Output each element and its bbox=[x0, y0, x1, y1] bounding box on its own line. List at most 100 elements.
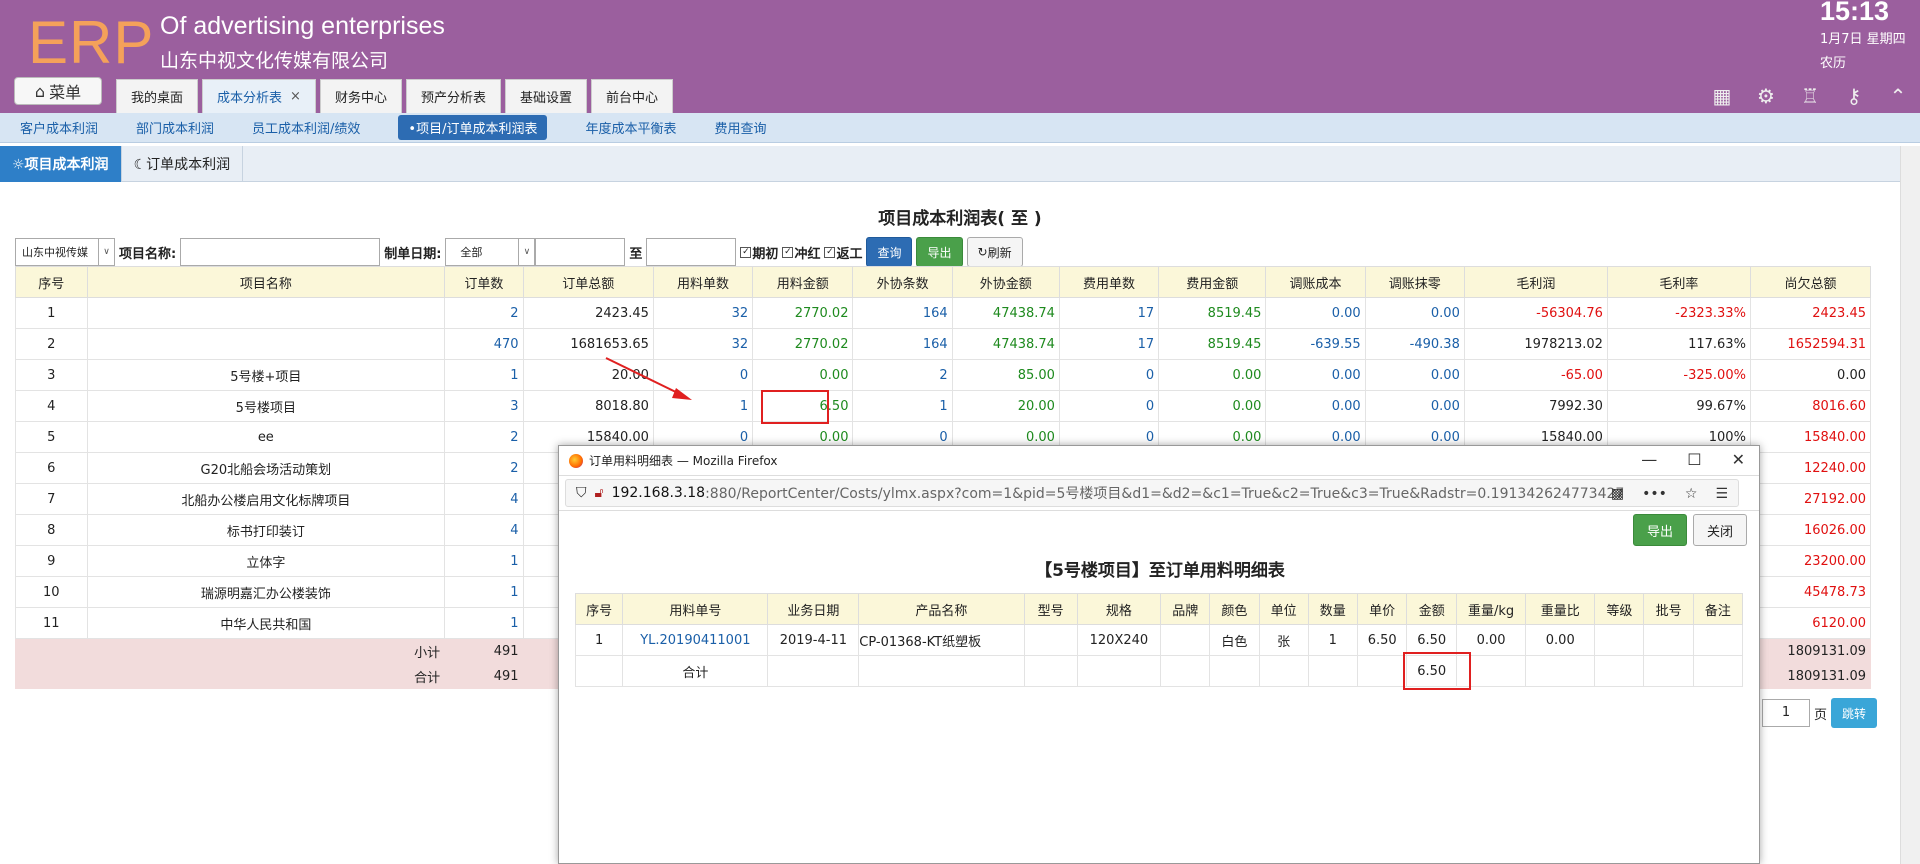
tab-finance[interactable]: 财务中心 bbox=[319, 79, 402, 113]
table-cell[interactable]: 8519.45 bbox=[1158, 297, 1267, 329]
date-range-select[interactable]: 全部 ∨ bbox=[445, 238, 536, 266]
table-cell[interactable]: 0.00 bbox=[1265, 297, 1366, 329]
table-cell[interactable]: 47438.74 bbox=[951, 328, 1060, 360]
start-date-input[interactable] bbox=[535, 238, 626, 266]
table-cell[interactable]: 47438.74 bbox=[951, 297, 1060, 329]
scrollbar[interactable] bbox=[1900, 146, 1920, 864]
refresh-button[interactable]: ↻ 刷新 bbox=[966, 237, 1023, 267]
table-cell: 16026.00 bbox=[1749, 514, 1872, 546]
table-cell[interactable]: 0.00 bbox=[1265, 359, 1366, 391]
table-cell[interactable]: 1 bbox=[852, 390, 953, 422]
tab-front-desk[interactable]: 前台中心 bbox=[590, 79, 673, 113]
table-cell[interactable]: 2 bbox=[444, 421, 524, 453]
maximize-icon[interactable]: ☐ bbox=[1687, 450, 1701, 469]
popup-close-button[interactable]: 关闭 bbox=[1693, 514, 1747, 546]
table-cell[interactable]: -639.55 bbox=[1265, 328, 1366, 360]
checkbox-opening[interactable]: ✓ 期初 bbox=[740, 243, 778, 262]
minimize-icon[interactable]: — bbox=[1641, 450, 1657, 469]
page-input[interactable]: 1 bbox=[1762, 699, 1810, 727]
checkbox-rework[interactable]: ✓ 返工 bbox=[824, 243, 862, 262]
subnav-customer-cost[interactable]: 客户成本利润 bbox=[20, 118, 98, 137]
table-cell[interactable]: 0.00 bbox=[1364, 297, 1465, 329]
popup-window-title: 订单用料明细表 — Mozilla Firefox bbox=[589, 454, 778, 468]
table-cell[interactable]: -490.38 bbox=[1364, 328, 1465, 360]
table-cell: 11 bbox=[15, 607, 88, 639]
table-cell[interactable]: 85.00 bbox=[951, 359, 1060, 391]
table-cell[interactable]: 164 bbox=[852, 297, 953, 329]
table-cell[interactable]: 17 bbox=[1058, 297, 1160, 329]
table-cell[interactable]: 2 bbox=[444, 452, 524, 484]
subnav-department-cost[interactable]: 部门成本利润 bbox=[136, 118, 214, 137]
table-cell: 1809131.09 bbox=[1749, 663, 1872, 689]
popup-export-button[interactable]: 导出 bbox=[1633, 514, 1687, 546]
tab-project-cost-profit[interactable]: ☼项目成本利润 bbox=[0, 146, 122, 182]
tab-cost-analysis[interactable]: 成本分析表 × bbox=[202, 79, 316, 113]
table-cell[interactable]: 1 bbox=[444, 359, 524, 391]
table-cell[interactable]: 1 bbox=[444, 607, 524, 639]
tab-pre-production[interactable]: 预产分析表 bbox=[405, 79, 501, 113]
table-cell[interactable]: 20.00 bbox=[951, 390, 1060, 422]
table-cell[interactable]: 2 bbox=[852, 359, 953, 391]
table-cell[interactable]: 17 bbox=[1058, 328, 1160, 360]
grid-icon[interactable]: ▦ bbox=[1710, 84, 1734, 108]
table-cell[interactable]: 2 bbox=[444, 297, 524, 329]
jump-button[interactable]: 跳转 bbox=[1831, 698, 1878, 728]
checkbox-reversal[interactable]: ✓ 冲红 bbox=[782, 243, 820, 262]
tab-order-cost-profit[interactable]: ☾订单成本利润 bbox=[122, 146, 244, 182]
table-cell[interactable]: 0.00 bbox=[1265, 390, 1366, 422]
gear-icon[interactable]: ⚙ bbox=[1754, 84, 1778, 108]
table-cell[interactable]: 32 bbox=[652, 297, 754, 329]
export-button[interactable]: 导出 bbox=[916, 237, 963, 267]
table-cell[interactable]: 2770.02 bbox=[752, 328, 854, 360]
subnav-employee-cost[interactable]: 员工成本利润/绩效 bbox=[252, 118, 360, 137]
table-cell[interactable]: 164 bbox=[852, 328, 953, 360]
table-cell[interactable]: YL.20190411001 bbox=[622, 624, 769, 656]
chevron-down-icon: ∨ bbox=[518, 239, 534, 265]
table-cell[interactable]: 0.00 bbox=[1364, 359, 1465, 391]
company-select[interactable]: 山东中视传媒 ∨ bbox=[15, 238, 115, 266]
more-icon[interactable]: ••• bbox=[1642, 486, 1667, 502]
table-cell: 立体字 bbox=[86, 545, 446, 577]
table-cell[interactable]: 0.00 bbox=[1158, 359, 1267, 391]
table-cell: 2019-4-11 bbox=[767, 624, 860, 656]
table-cell[interactable]: 4 bbox=[444, 483, 524, 515]
tab-settings[interactable]: 基础设置 bbox=[504, 79, 587, 113]
subnav-expense-query[interactable]: 费用查询 bbox=[715, 118, 767, 137]
table-cell[interactable]: 1 bbox=[444, 545, 524, 577]
menu-button[interactable]: ⌂ 菜单 bbox=[14, 77, 102, 105]
query-button[interactable]: 查询 bbox=[866, 237, 913, 267]
table-cell[interactable]: 0.00 bbox=[1364, 390, 1465, 422]
table-cell[interactable]: 470 bbox=[444, 328, 524, 360]
bookmark-star-icon[interactable]: ☆ bbox=[1685, 486, 1698, 502]
table-cell[interactable]: 3 bbox=[444, 390, 524, 422]
table-cell[interactable]: 0.00 bbox=[1158, 390, 1267, 422]
shirt-icon[interactable]: ♖ bbox=[1798, 84, 1822, 108]
url-field[interactable]: ⛉ 🔓︎ 192.168.3.18 :880/ReportCenter/Cost… bbox=[565, 479, 1739, 507]
table-cell[interactable]: 0 bbox=[1058, 359, 1160, 391]
table-cell[interactable]: 0.00 bbox=[752, 359, 854, 391]
qr-code-icon[interactable]: ▩ bbox=[1611, 486, 1624, 502]
tab-my-desktop[interactable]: 我的桌面 bbox=[116, 79, 199, 113]
subnav-annual-balance[interactable]: 年度成本平衡表 bbox=[585, 118, 676, 137]
hamburger-menu-icon[interactable]: ☰ bbox=[1715, 486, 1728, 502]
shield-icon[interactable]: ⛉ bbox=[576, 485, 587, 501]
table-cell[interactable]: 4 bbox=[444, 514, 524, 546]
sub-navigation: 客户成本利润 部门成本利润 员工成本利润/绩效 •项目/订单成本利润表 年度成本… bbox=[0, 113, 1920, 143]
table-cell[interactable]: 8519.45 bbox=[1158, 328, 1267, 360]
chevron-up-icon[interactable]: ⌃ bbox=[1886, 84, 1910, 108]
end-date-input[interactable] bbox=[646, 238, 737, 266]
insecure-lock-icon[interactable]: 🔓︎ bbox=[595, 485, 604, 501]
subnav-project-order-cost[interactable]: •项目/订单成本利润表 bbox=[398, 115, 548, 140]
column-header: 尚欠总额 bbox=[1749, 266, 1872, 298]
close-icon[interactable]: ✕ bbox=[1732, 450, 1745, 469]
filter-bar: 山东中视传媒 ∨ 项目名称: 制单日期: 全部 ∨ 至 ✓ 期初 ✓ 冲红 ✓ 返工 … bbox=[15, 237, 1023, 267]
close-icon[interactable]: × bbox=[290, 89, 301, 104]
table-cell: 23200.00 bbox=[1749, 545, 1872, 577]
table-cell[interactable]: 0 bbox=[1058, 390, 1160, 422]
project-name-input[interactable] bbox=[180, 238, 381, 266]
url-actions: ▩ ••• ☆ ☰ bbox=[1611, 486, 1728, 502]
table-cell[interactable]: 1 bbox=[444, 576, 524, 608]
table-cell bbox=[858, 655, 1025, 687]
key-icon[interactable]: ⚷ bbox=[1842, 84, 1866, 108]
table-cell[interactable]: 2770.02 bbox=[752, 297, 854, 329]
